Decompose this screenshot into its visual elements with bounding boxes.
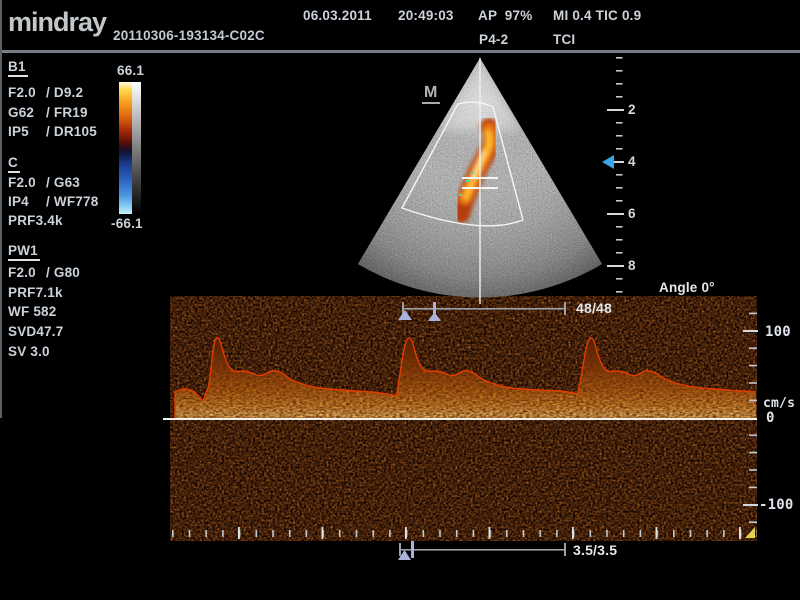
- screen-left-edge: [0, 0, 2, 418]
- exam-time: 20:49:03: [398, 9, 454, 23]
- param-row: SVD47.7: [8, 325, 46, 339]
- param-left: WF 582: [8, 305, 46, 319]
- sweep-bar[interactable]: [398, 541, 566, 560]
- param-row: SV 3.0: [8, 345, 46, 359]
- param-row: F2.0/ D9.2: [8, 86, 83, 100]
- depth-label-4: 4: [628, 155, 636, 169]
- color-map-gradient: [119, 82, 132, 214]
- scale-min-label: -100: [759, 498, 794, 512]
- depth-label-8: 8: [628, 259, 636, 273]
- param-left: SVD47.7: [8, 325, 46, 339]
- focus-marker[interactable]: [602, 155, 614, 169]
- param-row: IP5/ DR105: [8, 125, 97, 139]
- param-left: F2.0: [8, 86, 46, 100]
- doppler-baseline: [163, 418, 757, 420]
- sweep-counter: 3.5/3.5: [573, 543, 617, 557]
- param-left: PRF3.4k: [8, 214, 46, 228]
- param-row: F2.0/ G80: [8, 266, 80, 280]
- param-row: IP4/ WF778: [8, 195, 98, 209]
- param-row: F2.0/ G63: [8, 176, 80, 190]
- param-left: PRF7.1k: [8, 286, 46, 300]
- param-row: PRF3.4k: [8, 214, 46, 228]
- param-row: PRF7.1k: [8, 286, 46, 300]
- cine-counter: 48/48: [576, 301, 612, 315]
- exam-date: 06.03.2011: [303, 9, 372, 23]
- param-right: / WF778: [46, 194, 98, 209]
- colorbar-min-label: -66.1: [111, 217, 143, 231]
- angle-readout: Angle 0°: [659, 281, 715, 295]
- header-divider: [0, 50, 800, 53]
- param-left: F2.0: [8, 266, 46, 280]
- color-scale-bar: [119, 82, 141, 214]
- param-right: / DR105: [46, 124, 97, 139]
- depth-label-2: 2: [628, 103, 636, 117]
- param-left: F2.0: [8, 176, 46, 190]
- param-right: / FR19: [46, 105, 88, 120]
- ultrasound-screen: mindray 20110306-193134-C02C 06.03.2011 …: [0, 0, 800, 600]
- b-mode-group-title: B1: [8, 60, 28, 74]
- imaging-mode: TCI: [553, 33, 575, 47]
- depth-label-6: 6: [628, 207, 636, 221]
- param-left: IP4: [8, 195, 46, 209]
- param-left: G62: [8, 106, 46, 120]
- param-left: IP5: [8, 125, 46, 139]
- param-row: WF 582: [8, 305, 46, 319]
- mi-tic-readout: MI 0.4 TIC 0.9: [553, 9, 641, 23]
- orientation-mark: M: [422, 85, 440, 104]
- depth-ruler: [602, 57, 624, 294]
- acoustic-power: AP 97%: [478, 9, 532, 23]
- param-right: / D9.2: [46, 85, 83, 100]
- spectral-display: [163, 296, 757, 541]
- mindray-logo: mindray: [8, 9, 106, 36]
- gray-map-gradient: [132, 82, 141, 214]
- scale-max-label: 100: [765, 325, 791, 339]
- scale-zero-label: 0: [766, 411, 775, 425]
- param-row: G62/ FR19: [8, 106, 88, 120]
- probe-name: P4-2: [479, 33, 508, 47]
- exam-id: 20110306-193134-C02C: [113, 29, 265, 43]
- scale-unit-label: cm/s: [763, 397, 795, 410]
- pw-group-title: PW1: [8, 244, 40, 258]
- param-right: / G80: [46, 265, 80, 280]
- param-left: SV 3.0: [8, 345, 46, 359]
- time-scale: [172, 527, 757, 539]
- color-group-title: C: [8, 156, 20, 170]
- sweep-position-marker: [411, 541, 414, 558]
- colorbar-max-label: 66.1: [117, 64, 144, 78]
- param-right: / G63: [46, 175, 80, 190]
